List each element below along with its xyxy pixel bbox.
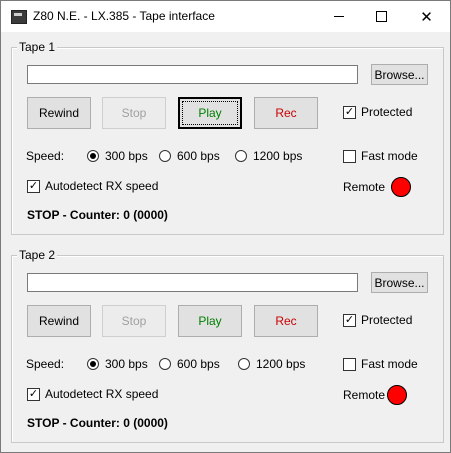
tape-2-protected-label: Protected [361,313,413,327]
tape-2-speed-label: Speed: [26,357,65,371]
minimize-button[interactable] [316,1,361,32]
tape-2-group: Tape 2 Browse... Rewind Stop Play Rec ✓ … [11,248,444,443]
tape-1-browse-button[interactable]: Browse... [371,64,428,85]
computer-icon [11,10,27,24]
tape-1-speed-1200-label: 1200 bps [253,149,303,163]
title-bar[interactable]: Z80 N.E. - LX.385 - Tape interface ✕ [1,1,450,32]
tape-2-remote-indicator [387,385,407,405]
tape-1-autodetect-checkbox[interactable]: ✓ [27,180,40,193]
tape-1-autodetect-label: Autodetect RX speed [45,179,159,193]
maximize-icon [376,11,387,22]
tape-1-remote-label: Remote [343,180,386,194]
tape-2-speed-1200-label: 1200 bps [256,357,306,371]
tape-2-remote-label: Remote [343,388,386,402]
tape-1-remote-indicator [391,177,411,197]
tape-1-speed-600-label: 600 bps [177,149,220,163]
tape-1-play-label: Play [198,106,222,120]
tape-1-file-input[interactable] [27,65,358,84]
tape-1-group: Tape 1 Browse... Rewind Stop Play Rec ✓ … [11,40,444,235]
maximize-button[interactable] [359,1,404,32]
tape-2-play-button[interactable]: Play [178,305,242,337]
tape-2-speed-1200-radio[interactable] [238,358,250,370]
close-icon: ✕ [420,8,433,26]
window-title: Z80 N.E. - LX.385 - Tape interface [33,9,215,23]
tape-1-group-label: Tape 1 [17,40,58,54]
tape-2-rec-button[interactable]: Rec [254,305,318,337]
tape-2-fast-mode-label: Fast mode [361,357,418,371]
tape-1-protected-checkbox[interactable]: ✓ [343,106,356,119]
tape-2-speed-600-label: 600 bps [177,357,220,371]
tape-1-stop-button[interactable]: Stop [102,97,166,129]
tape-interface-window: Z80 N.E. - LX.385 - Tape interface ✕ Tap… [0,0,451,453]
tape-1-fast-mode-checkbox[interactable] [343,150,356,163]
tape-1-fast-mode-label: Fast mode [361,149,418,163]
tape-2-fast-mode-checkbox[interactable] [343,358,356,371]
tape-2-stop-button[interactable]: Stop [102,305,166,337]
tape-2-browse-button[interactable]: Browse... [371,272,428,293]
close-button[interactable]: ✕ [404,1,449,32]
tape-1-speed-300-radio[interactable] [87,150,99,162]
tape-1-speed-600-radio[interactable] [159,150,171,162]
tape-2-autodetect-label: Autodetect RX speed [45,387,159,401]
tape-1-status: STOP - Counter: 0 (0000) [27,208,168,222]
minimize-icon [333,16,344,17]
tape-2-speed-600-radio[interactable] [159,358,171,370]
tape-1-rec-button[interactable]: Rec [254,97,318,129]
tape-1-speed-label: Speed: [26,149,65,163]
tape-2-status: STOP - Counter: 0 (0000) [27,416,168,430]
tape-2-autodetect-checkbox[interactable]: ✓ [27,388,40,401]
tape-1-rewind-button[interactable]: Rewind [27,97,91,129]
tape-1-protected-label: Protected [361,105,413,119]
tape-1-speed-300-label: 300 bps [105,149,148,163]
tape-2-file-input[interactable] [27,273,358,292]
tape-1-play-button[interactable]: Play [178,97,242,129]
tape-1-speed-1200-radio[interactable] [235,150,247,162]
tape-2-speed-300-radio[interactable] [87,358,99,370]
tape-2-group-label: Tape 2 [17,248,58,262]
tape-2-speed-300-label: 300 bps [105,357,148,371]
tape-2-protected-checkbox[interactable]: ✓ [343,314,356,327]
tape-2-rewind-button[interactable]: Rewind [27,305,91,337]
